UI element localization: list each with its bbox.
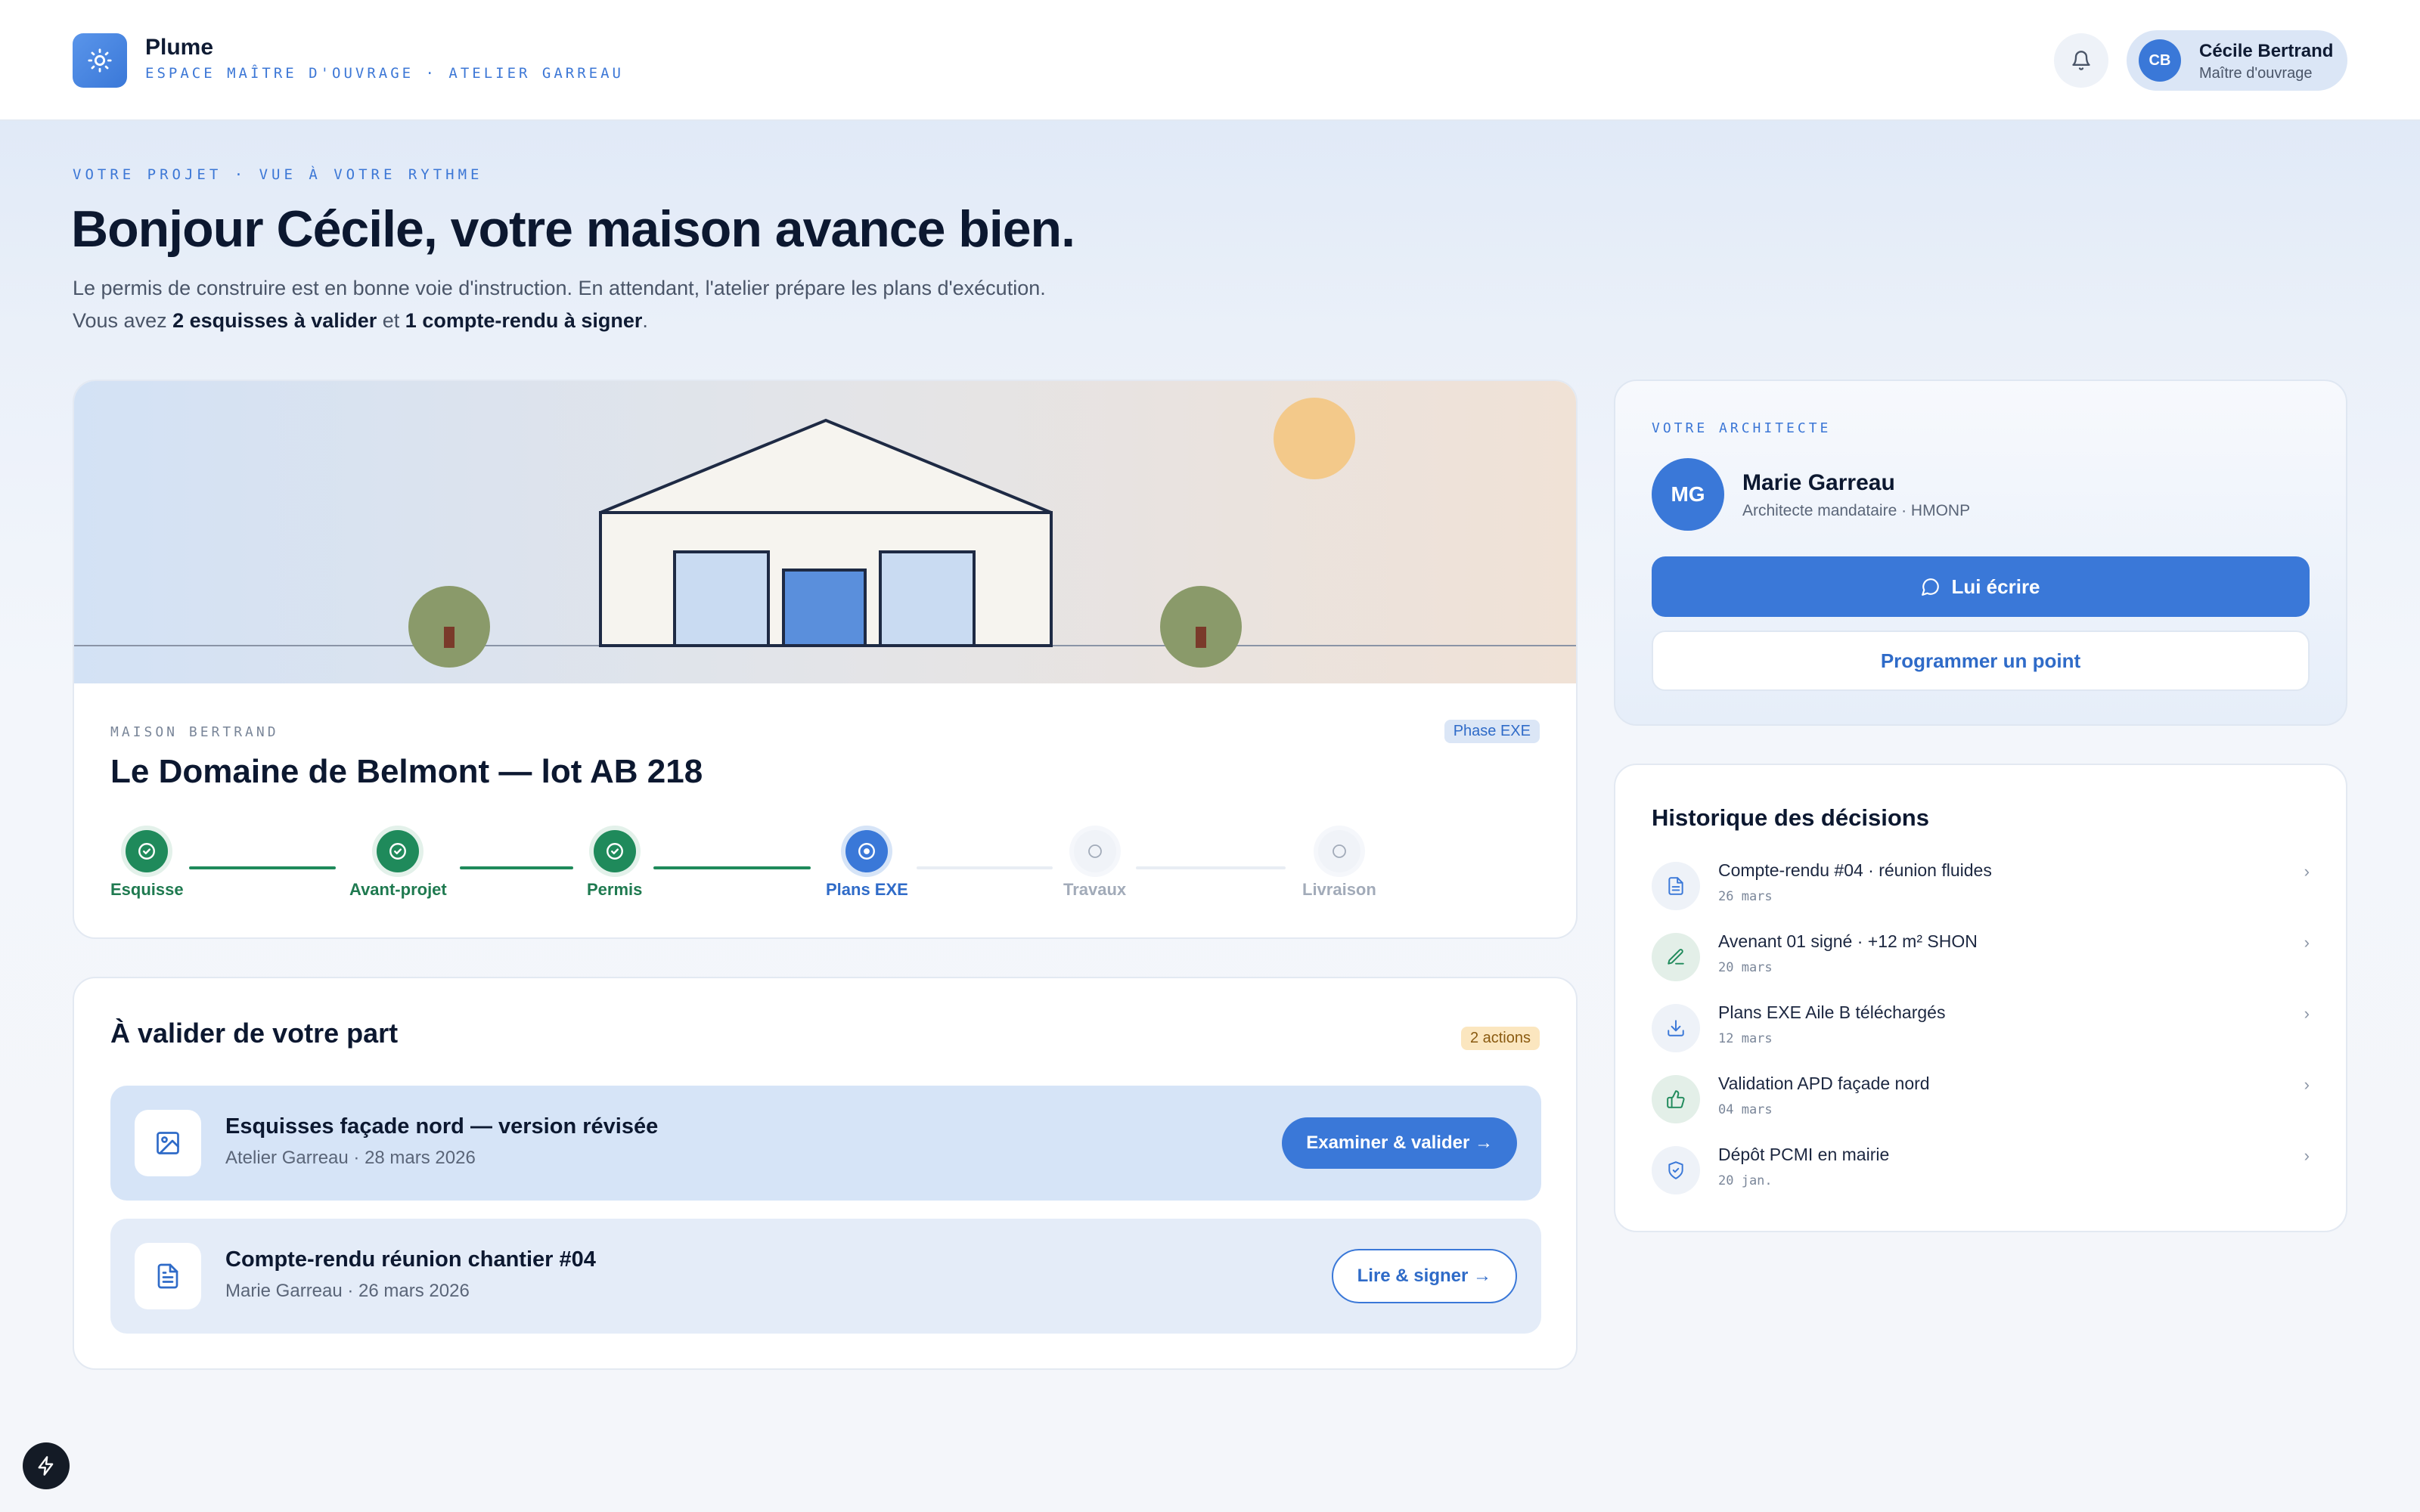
compte-rendu-count: 1 compte-rendu à signer xyxy=(405,309,643,332)
history-label: Compte-rendu #04 · réunion fluides xyxy=(1718,860,1992,880)
top-bar: Plume ESPACE MAÎTRE D'OUVRAGE · ATELIER … xyxy=(0,0,2420,121)
step-esquisse[interactable]: Esquisse xyxy=(110,830,184,900)
schedule-button[interactable]: Programmer un point xyxy=(1652,631,2310,691)
history-item[interactable]: Dépôt PCMI en mairie 20 jan. › xyxy=(1652,1140,2310,1201)
empty-circle-icon xyxy=(1317,830,1360,872)
architect-name: Marie Garreau xyxy=(1742,470,1895,495)
history-date: 12 mars xyxy=(1718,1031,1773,1046)
step-connector xyxy=(189,866,336,869)
sun-icon xyxy=(88,48,112,73)
history-item[interactable]: Validation APD façade nord 04 mars › xyxy=(1652,1069,2310,1129)
history-label: Validation APD façade nord xyxy=(1718,1074,1930,1093)
chevron-right-icon: › xyxy=(2304,1075,2310,1094)
read-sign-button[interactable]: Lire & signer → xyxy=(1331,1249,1517,1303)
message-icon xyxy=(1922,578,1940,596)
tree-left xyxy=(408,586,490,668)
task-item[interactable]: Esquisses façade nord — version révisée … xyxy=(110,1086,1541,1201)
validation-title: À valider de votre part xyxy=(110,1018,399,1049)
write-button-label: Lui écrire xyxy=(1951,575,2040,598)
step-plans-exe[interactable]: Plans EXE xyxy=(826,830,908,900)
history-item[interactable]: Compte-rendu #04 · réunion fluides 26 ma… xyxy=(1652,856,2310,916)
examine-validate-button[interactable]: Examiner & valider → xyxy=(1282,1117,1517,1169)
lightning-icon xyxy=(38,1456,54,1476)
architect-eyebrow: VOTRE ARCHITECTE xyxy=(1652,420,1832,436)
download-icon xyxy=(1652,1004,1700,1052)
step-connector xyxy=(1136,866,1286,869)
user-name: Cécile Bertrand xyxy=(2199,41,2334,61)
history-title: Historique des décisions xyxy=(1652,804,1929,831)
pen-icon xyxy=(1652,933,1700,981)
project-title: Le Domaine de Belmont — lot AB 218 xyxy=(110,753,703,790)
step-avant-projet[interactable]: Avant-projet xyxy=(349,830,447,900)
step-connector xyxy=(917,866,1053,869)
chevron-right-icon: › xyxy=(2304,1004,2310,1023)
chevron-right-icon: › xyxy=(2304,862,2310,881)
chevron-right-icon: › xyxy=(2304,933,2310,952)
history-label: Plans EXE Aile B téléchargés xyxy=(1718,1002,1946,1022)
step-label: Plans EXE xyxy=(826,880,908,899)
step-connector xyxy=(653,866,811,869)
write-button[interactable]: Lui écrire xyxy=(1652,556,2310,617)
house-illustration xyxy=(74,381,1576,683)
step-livraison[interactable]: Livraison xyxy=(1302,830,1376,900)
architect-card: VOTRE ARCHITECTE MG Marie Garreau Archit… xyxy=(1614,380,2347,726)
history-label: Dépôt PCMI en mairie xyxy=(1718,1145,1890,1164)
task-title: Compte-rendu réunion chantier #04 xyxy=(225,1247,596,1272)
page-title: Bonjour Cécile, votre maison avance bien… xyxy=(71,200,1075,258)
architect-role: Architecte mandataire · HMONP xyxy=(1742,502,1971,519)
validation-card: À valider de votre part 2 actions Esquis… xyxy=(73,977,1578,1370)
thumbs-up-icon xyxy=(1652,1075,1700,1123)
check-circle-icon xyxy=(377,830,420,872)
user-menu[interactable]: CB Cécile Bertrand Maître d'ouvrage xyxy=(2127,30,2347,91)
hero-description: Le permis de construire est en bonne voi… xyxy=(73,277,1046,332)
shield-icon xyxy=(1652,1146,1700,1194)
sun-shape xyxy=(1274,398,1355,479)
history-label: Avenant 01 signé · +12 m² SHON xyxy=(1718,931,1978,951)
actions-badge: 2 actions xyxy=(1460,1027,1540,1050)
step-label: Esquisse xyxy=(110,880,184,899)
step-connector xyxy=(460,866,573,869)
user-role: Maître d'ouvrage xyxy=(2199,65,2313,82)
chevron-right-icon: › xyxy=(2304,1146,2310,1165)
app-logo[interactable] xyxy=(73,33,127,88)
history-date: 20 jan. xyxy=(1718,1173,1773,1188)
history-item[interactable]: Avenant 01 signé · +12 m² SHON 20 mars › xyxy=(1652,927,2310,987)
task-item[interactable]: Compte-rendu réunion chantier #04 Marie … xyxy=(110,1219,1541,1334)
step-label: Permis xyxy=(587,880,643,899)
check-circle-icon xyxy=(593,830,636,872)
history-date: 20 mars xyxy=(1718,960,1773,975)
current-step-icon xyxy=(845,830,889,872)
empty-circle-icon xyxy=(1073,830,1116,872)
task-meta: Atelier Garreau · 28 mars 2026 xyxy=(225,1148,476,1168)
history-date: 26 mars xyxy=(1718,889,1773,904)
task-title: Esquisses façade nord — version révisée xyxy=(225,1114,659,1139)
project-card: MAISON BERTRAND Phase EXE Le Domaine de … xyxy=(73,380,1578,939)
document-icon xyxy=(1652,862,1700,910)
document-icon xyxy=(135,1243,201,1309)
project-eyebrow: MAISON BERTRAND xyxy=(110,724,279,740)
step-permis[interactable]: Permis xyxy=(587,830,642,900)
quick-action-button[interactable] xyxy=(23,1442,70,1489)
app-name: Plume xyxy=(145,35,214,60)
avatar: CB xyxy=(2139,39,2181,82)
history-card: Historique des décisions Compte-rendu #0… xyxy=(1614,764,2347,1232)
avatar: MG xyxy=(1652,458,1724,531)
history-date: 04 mars xyxy=(1718,1102,1773,1117)
step-label: Livraison xyxy=(1302,880,1376,899)
step-travaux[interactable]: Travaux xyxy=(1063,830,1126,900)
tree-right xyxy=(1160,586,1242,668)
step-label: Travaux xyxy=(1063,880,1127,899)
phase-badge: Phase EXE xyxy=(1444,720,1540,743)
hero-eyebrow: VOTRE PROJET · VUE À VOTRE RYTHME xyxy=(73,166,483,183)
app-subtitle: ESPACE MAÎTRE D'OUVRAGE · ATELIER GARREA… xyxy=(145,65,624,82)
task-meta: Marie Garreau · 26 mars 2026 xyxy=(225,1281,470,1301)
step-label: Avant-projet xyxy=(349,880,447,899)
check-circle-icon xyxy=(126,830,169,872)
history-item[interactable]: Plans EXE Aile B téléchargés 12 mars › xyxy=(1652,998,2310,1058)
esquisses-count: 2 esquisses à valider xyxy=(172,309,377,332)
image-icon xyxy=(135,1110,201,1176)
notifications-button[interactable] xyxy=(2054,33,2108,88)
bell-icon xyxy=(2072,51,2090,70)
